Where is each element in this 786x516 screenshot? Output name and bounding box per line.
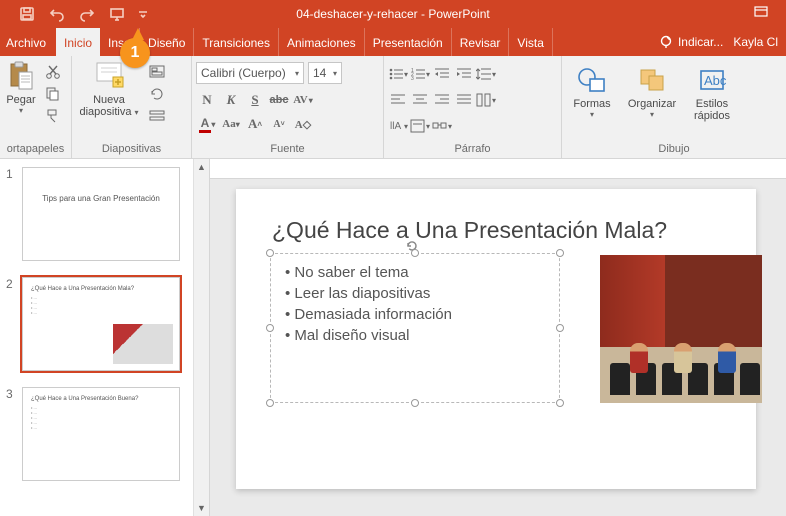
- group-font: Calibri (Cuerpo)▾ 14▾ N K S abc AV▾ A▾ A…: [192, 56, 384, 158]
- slide-canvas-area: ¿Qué Hace a Una Presentación Mala? No sa…: [210, 159, 786, 516]
- new-slide-button[interactable]: Nueva diapositiva ▾: [76, 60, 142, 119]
- thumbnail-1[interactable]: 1 Tips para una Gran Presentación: [0, 159, 209, 269]
- line-spacing-button[interactable]: ▾: [476, 64, 496, 84]
- format-painter-icon[interactable]: [44, 108, 62, 124]
- scroll-down-icon[interactable]: ▼: [197, 500, 206, 516]
- align-center-button[interactable]: [410, 90, 430, 110]
- user-name[interactable]: Kayla Cl: [733, 35, 778, 49]
- align-text-button[interactable]: ▾: [410, 116, 430, 136]
- group-clipboard: Pegar ▾ ortapapeles: [0, 56, 72, 158]
- content-textbox[interactable]: No saber el tema Leer las diapositivas D…: [270, 253, 560, 403]
- group-label-paragraph: Párrafo: [388, 141, 557, 158]
- start-from-beginning-icon[interactable]: [108, 5, 126, 23]
- thumbnail-3[interactable]: 3 ¿Qué Hace a Una Presentación Buena? • …: [0, 379, 209, 489]
- resize-handle[interactable]: [411, 399, 419, 407]
- qat-customize-icon[interactable]: [138, 5, 148, 23]
- redo-icon[interactable]: [78, 5, 96, 23]
- section-icon[interactable]: [148, 108, 166, 124]
- bullet-item[interactable]: Leer las diapositivas: [285, 285, 545, 302]
- shrink-font-button[interactable]: A˅: [268, 114, 290, 134]
- slide-title[interactable]: ¿Qué Hace a Una Presentación Mala?: [272, 217, 720, 244]
- numbering-button[interactable]: 123▾: [410, 64, 430, 84]
- undo-icon[interactable]: [48, 5, 66, 23]
- save-icon[interactable]: [18, 5, 36, 23]
- tab-slideshow[interactable]: Presentación: [365, 28, 452, 56]
- justify-button[interactable]: [454, 90, 474, 110]
- tab-animations[interactable]: Animaciones: [279, 28, 365, 56]
- resize-handle[interactable]: [266, 399, 274, 407]
- bold-button[interactable]: N: [196, 90, 218, 110]
- font-color-button[interactable]: A▾: [196, 114, 218, 134]
- resize-handle[interactable]: [556, 249, 564, 257]
- group-label-slides: Diapositivas: [76, 141, 187, 158]
- thumbnail-scrollbar[interactable]: ▲ ▼: [193, 159, 209, 516]
- italic-button[interactable]: K: [220, 90, 242, 110]
- bullets-button[interactable]: ▾: [388, 64, 408, 84]
- bullet-item[interactable]: Demasiada información: [285, 306, 545, 323]
- tab-home[interactable]: Inicio: [56, 28, 100, 56]
- resize-handle[interactable]: [266, 249, 274, 257]
- reset-slide-icon[interactable]: [148, 86, 166, 102]
- slide-thumbnail-panel: 1 Tips para una Gran Presentación 2 ¿Qué…: [0, 159, 210, 516]
- align-left-button[interactable]: [388, 90, 408, 110]
- workspace: 1 Tips para una Gran Presentación 2 ¿Qué…: [0, 159, 786, 516]
- paste-button[interactable]: Pegar ▾: [4, 60, 38, 115]
- svg-text:3: 3: [411, 76, 414, 81]
- bullet-item[interactable]: No saber el tema: [285, 264, 545, 281]
- svg-text:llA: llA: [390, 121, 401, 132]
- scroll-up-icon[interactable]: ▲: [197, 159, 206, 175]
- group-label-drawing: Dibujo: [566, 141, 782, 158]
- bullet-list[interactable]: No saber el tema Leer las diapositivas D…: [285, 264, 545, 344]
- resize-handle[interactable]: [556, 324, 564, 332]
- tab-view[interactable]: Vista: [509, 28, 552, 56]
- decrease-indent-button[interactable]: [432, 64, 452, 84]
- ruler: [210, 159, 786, 179]
- font-size-combo[interactable]: 14▾: [308, 62, 342, 84]
- grow-font-button[interactable]: A˄: [244, 114, 266, 134]
- tab-file[interactable]: Archivo: [0, 28, 56, 56]
- tab-transitions[interactable]: Transiciones: [194, 28, 279, 56]
- arrange-button[interactable]: Organizar ▾: [626, 64, 678, 119]
- underline-button[interactable]: S: [244, 90, 266, 110]
- copy-icon[interactable]: [44, 86, 62, 102]
- tab-design[interactable]: Diseño: [140, 28, 194, 56]
- group-label-font: Fuente: [196, 141, 379, 158]
- tell-me-search[interactable]: Indicar...: [660, 35, 723, 49]
- resize-handle[interactable]: [266, 324, 274, 332]
- ribbon-display-options-icon[interactable]: [754, 6, 768, 23]
- thumbnail-2[interactable]: 2 ¿Qué Hace a Una Presentación Mala? • .…: [0, 269, 209, 379]
- text-direction-button[interactable]: llA▾: [388, 116, 408, 136]
- slide-layout-icon[interactable]: [148, 64, 166, 80]
- character-spacing-button[interactable]: AV▾: [292, 90, 314, 110]
- ribbon: Pegar ▾ ortapapeles Nueva diapositiva ▾: [0, 56, 786, 159]
- resize-handle[interactable]: [411, 249, 419, 257]
- thumbnail-image-placeholder: [113, 324, 173, 364]
- clear-formatting-button[interactable]: A◇: [292, 114, 314, 134]
- quick-access-toolbar: [0, 5, 148, 23]
- title-bar: 04-deshacer-y-rehacer - PowerPoint: [0, 0, 786, 28]
- group-paragraph: ▾ 123▾ ▾ ▾ llA▾ ▾ ▾ Párrafo: [384, 56, 562, 158]
- cut-icon[interactable]: [44, 64, 62, 80]
- change-case-button[interactable]: Aa▾: [220, 114, 242, 134]
- group-label-clipboard: ortapapeles: [4, 141, 67, 158]
- align-right-button[interactable]: [432, 90, 452, 110]
- tab-review[interactable]: Revisar: [452, 28, 510, 56]
- group-drawing: Formas ▾ Organizar ▾ Abc Estilosrápidos …: [562, 56, 786, 158]
- ribbon-tabs: Archivo Inicio Insertar Diseño Transicio…: [0, 28, 786, 56]
- font-name-combo[interactable]: Calibri (Cuerpo)▾: [196, 62, 304, 84]
- tell-me-label: Indicar...: [678, 35, 723, 49]
- quick-styles-button[interactable]: Abc Estilosrápidos: [686, 64, 738, 122]
- bullet-item[interactable]: Mal diseño visual: [285, 327, 545, 344]
- smartart-button[interactable]: ▾: [432, 116, 452, 136]
- group-slides: Nueva diapositiva ▾ Diapositivas: [72, 56, 192, 158]
- shapes-button[interactable]: Formas ▾: [566, 64, 618, 119]
- svg-text:Abc: Abc: [704, 73, 727, 88]
- increase-indent-button[interactable]: [454, 64, 474, 84]
- tab-insert[interactable]: Insertar: [100, 28, 140, 56]
- columns-button[interactable]: ▾: [476, 90, 496, 110]
- strikethrough-button[interactable]: abc: [268, 90, 290, 110]
- slide[interactable]: ¿Qué Hace a Una Presentación Mala? No sa…: [236, 189, 756, 489]
- slide-image[interactable]: [600, 255, 762, 403]
- resize-handle[interactable]: [556, 399, 564, 407]
